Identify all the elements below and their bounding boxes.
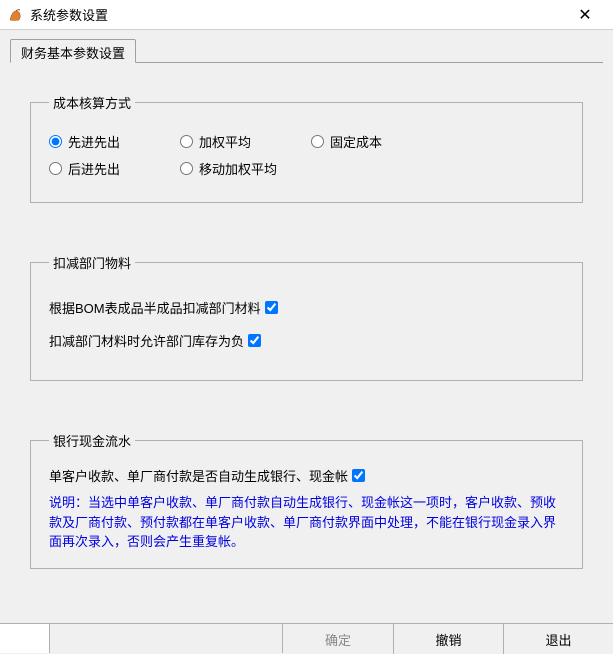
check-bom-deduct-input[interactable] [265, 301, 278, 314]
check-allow-negative-label: 扣减部门材料时允许部门库存为负 [49, 331, 244, 350]
close-icon[interactable]: ✕ [565, 5, 605, 25]
radio-weighted[interactable]: 加权平均 [180, 132, 251, 151]
ok-button[interactable]: 确定 [283, 624, 393, 654]
radio-lifo-label: 后进先出 [68, 159, 120, 178]
bank-note-text: 说明：当选中单客户收款、单厂商付款自动生成银行、现金帐这一项时，客户收款、预收款… [49, 493, 564, 552]
check-auto-bank-input[interactable] [352, 469, 365, 482]
check-bom-deduct-label: 根据BOM表成品半成品扣减部门材料 [49, 298, 261, 317]
app-icon [8, 7, 24, 23]
check-bom-deduct[interactable]: 根据BOM表成品半成品扣减部门材料 [49, 298, 564, 317]
radio-fifo[interactable]: 先进先出 [49, 132, 120, 151]
cancel-button[interactable]: 撤销 [393, 624, 503, 654]
check-auto-bank[interactable]: 单客户收款、单厂商付款是否自动生成银行、现金帐 [49, 466, 564, 485]
bottom-spacer [50, 624, 283, 653]
radio-fixed-input[interactable] [311, 135, 324, 148]
radio-lifo[interactable]: 后进先出 [49, 159, 120, 178]
radio-fifo-input[interactable] [49, 135, 62, 148]
window-title: 系统参数设置 [30, 5, 565, 24]
radio-fixed[interactable]: 固定成本 [311, 132, 382, 151]
exit-button[interactable]: 退出 [503, 624, 613, 654]
group-bank-cash: 银行现金流水 单客户收款、单厂商付款是否自动生成银行、现金帐 说明：当选中单客户… [30, 431, 583, 569]
titlebar: 系统参数设置 ✕ [0, 0, 613, 30]
radio-fifo-label: 先进先出 [68, 132, 120, 151]
check-allow-negative-input[interactable] [248, 334, 261, 347]
group-deduct-material: 扣减部门物料 根据BOM表成品半成品扣减部门材料 扣减部门材料时允许部门库存为负 [30, 253, 583, 381]
content-area: 财务基本参数设置 成本核算方式 先进先出 加权平均 固定成本 [0, 30, 613, 622]
radio-weighted-input[interactable] [180, 135, 193, 148]
check-auto-bank-label: 单客户收款、单厂商付款是否自动生成银行、现金帐 [49, 466, 348, 485]
tab-finance-basic[interactable]: 财务基本参数设置 [10, 39, 136, 63]
radio-weighted-label: 加权平均 [199, 132, 251, 151]
group-cost-method: 成本核算方式 先进先出 加权平均 固定成本 后进先出 [30, 93, 583, 203]
bottom-left-block [0, 624, 50, 653]
radio-moving-input[interactable] [180, 162, 193, 175]
tab-page: 成本核算方式 先进先出 加权平均 固定成本 后进先出 [10, 62, 603, 599]
group-cost-legend: 成本核算方式 [49, 93, 135, 112]
radio-moving[interactable]: 移动加权平均 [180, 159, 277, 178]
group-deduct-legend: 扣减部门物料 [49, 253, 135, 272]
radio-moving-label: 移动加权平均 [199, 159, 277, 178]
check-allow-negative[interactable]: 扣减部门材料时允许部门库存为负 [49, 331, 564, 350]
tab-strip: 财务基本参数设置 [10, 38, 603, 62]
radio-fixed-label: 固定成本 [330, 132, 382, 151]
group-bank-legend: 银行现金流水 [49, 431, 135, 450]
radio-lifo-input[interactable] [49, 162, 62, 175]
bottom-toolbar: 确定 撤销 退出 [0, 623, 613, 653]
